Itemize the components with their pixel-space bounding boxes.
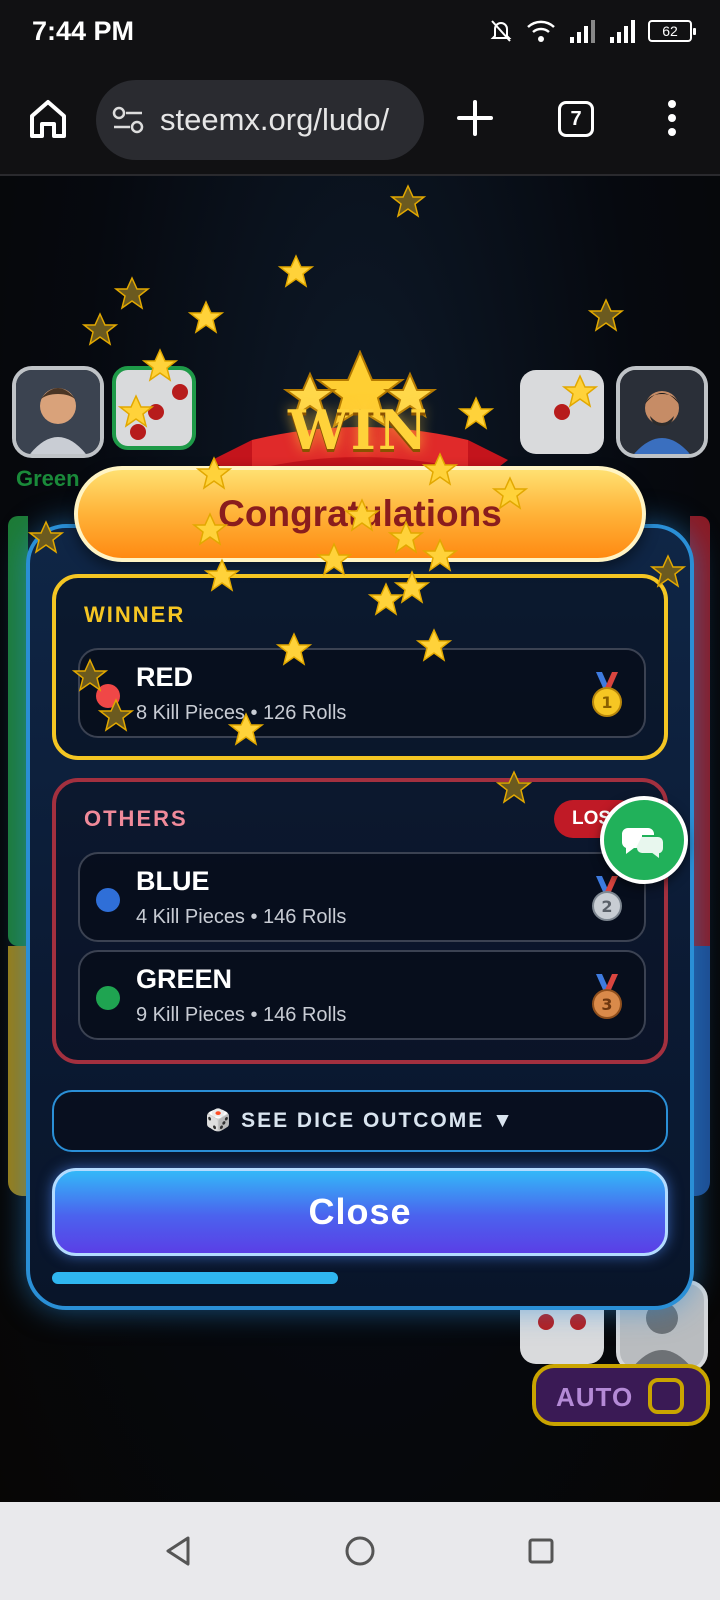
player-stats: 4 Kill Pieces • 146 Rolls	[136, 906, 347, 928]
notifications-off-icon	[490, 20, 512, 42]
others-row-green: GREEN 9 Kill Pieces • 146 Rolls 3	[78, 950, 646, 1040]
system-navigation-bar	[0, 1502, 720, 1600]
others-section-title: OTHERS	[84, 806, 188, 831]
auto-checkbox[interactable]	[648, 1378, 684, 1414]
svg-text:2: 2	[601, 897, 612, 916]
winner-section: WINNER RED 8 Kill Pieces • 126 Rolls 1	[52, 574, 668, 760]
chat-bubbles-icon	[621, 828, 665, 862]
svg-text:3: 3	[601, 995, 612, 1014]
new-tab-icon[interactable]	[456, 99, 494, 137]
close-label: Close	[308, 1191, 412, 1232]
board-edge-left-yellow	[8, 946, 28, 1196]
player-stats: 9 Kill Pieces • 146 Rolls	[136, 1004, 347, 1026]
see-dice-outcome-button[interactable]: 🎲 SEE DICE OUTCOME ▼	[52, 1090, 668, 1152]
chat-button[interactable]	[600, 796, 688, 884]
player-avatar-green	[12, 366, 104, 458]
winner-section-title: WINNER	[84, 602, 186, 627]
status-time: 7:44 PM	[32, 16, 135, 46]
avatar-icon	[620, 370, 704, 454]
svg-text:1: 1	[601, 693, 612, 712]
browser-toolbar: steemx.org/ludo/ 7	[0, 66, 720, 176]
recents-icon[interactable]	[524, 1534, 558, 1568]
others-row-blue: BLUE 4 Kill Pieces • 146 Rolls 2	[78, 852, 646, 942]
dice-right	[520, 370, 604, 454]
auto-close-progress-bar	[52, 1272, 338, 1284]
player-color-dot	[96, 986, 120, 1010]
player-name: RED	[136, 662, 194, 692]
green-player-label: Green	[16, 466, 80, 491]
player-name: BLUE	[136, 866, 210, 896]
battery-icon: 62	[648, 20, 696, 42]
dice-outcome-label: 🎲 SEE DICE OUTCOME ▼	[205, 1109, 515, 1132]
congratulations-banner: Congratulations	[74, 466, 646, 562]
address-bar[interactable]: steemx.org/ludo/	[96, 80, 424, 160]
congratulations-title: Congratulations	[218, 493, 502, 534]
url-text: steemx.org/ludo/	[160, 102, 390, 137]
player-avatar-right	[616, 366, 708, 458]
status-icons: 62	[488, 18, 696, 44]
silver-medal-icon: 2	[592, 876, 622, 921]
player-color-dot	[96, 888, 120, 912]
home-icon[interactable]	[28, 96, 68, 140]
player-color-dot	[96, 684, 120, 708]
dice-green	[112, 366, 196, 450]
gold-medal-icon: 1	[592, 672, 622, 717]
more-menu-icon[interactable]	[660, 96, 684, 140]
site-settings-icon[interactable]	[112, 106, 144, 134]
status-bar: 7:44 PM 62	[0, 0, 720, 66]
avatar-icon	[16, 370, 100, 454]
back-icon[interactable]	[162, 1534, 196, 1568]
auto-label: AUTO	[556, 1382, 634, 1412]
winner-row: RED 8 Kill Pieces • 126 Rolls 1	[78, 648, 646, 738]
player-stats: 8 Kill Pieces • 126 Rolls	[136, 702, 347, 724]
signal-icon-2	[610, 20, 635, 43]
player-name: GREEN	[136, 964, 233, 994]
bronze-medal-icon: 3	[592, 974, 622, 1019]
win-text: WIN	[288, 398, 430, 462]
auto-play-toggle[interactable]: AUTO	[532, 1364, 710, 1426]
home-circle-icon[interactable]	[343, 1534, 377, 1568]
board-edge-left	[8, 516, 28, 946]
signal-icon	[570, 20, 595, 43]
wifi-icon	[527, 20, 555, 42]
tab-switcher-button[interactable]: 7	[558, 101, 594, 137]
close-button[interactable]: Close	[52, 1168, 668, 1256]
